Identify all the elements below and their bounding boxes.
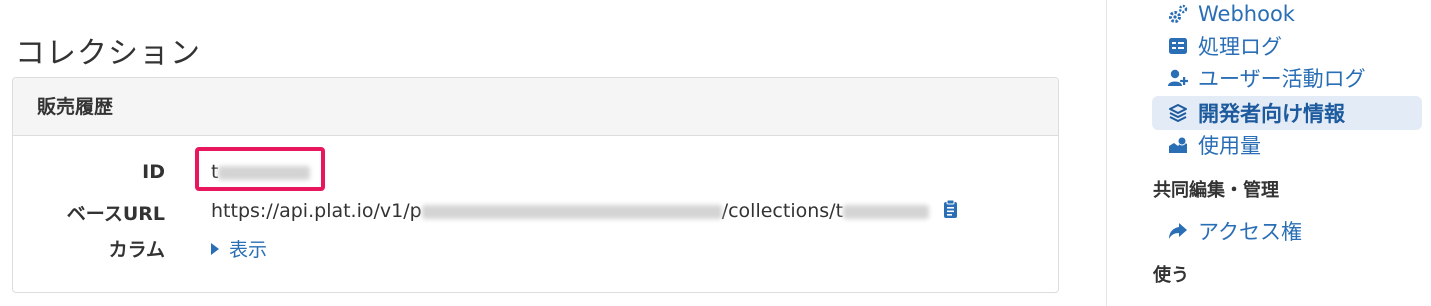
base-url-prefix: https://api.plat.io/v1/p	[211, 200, 422, 222]
base-url-mid: /collections/t	[721, 200, 844, 222]
sidebar-item-label: アクセス権	[1198, 220, 1302, 244]
sidebar-item-access-rights[interactable]: アクセス権	[1152, 214, 1422, 248]
panel-heading: 販売履歴	[13, 78, 1058, 136]
caret-right-icon	[211, 242, 219, 255]
sidebar-item-label: ユーザー活動ログ	[1198, 67, 1366, 91]
section-heading-collaboration: 共同編集・管理	[1153, 180, 1279, 201]
sidebar-item-user-activity-log[interactable]: ユーザー活動ログ	[1152, 61, 1422, 95]
sidebar-item-usage[interactable]: 使用量	[1152, 128, 1422, 162]
sidebar-item-label: 開発者向け情報	[1198, 102, 1345, 126]
sidebar-item-label: 処理ログ	[1198, 35, 1282, 59]
base-url-value: https://api.plat.io/v1/p/collections/t	[211, 199, 958, 224]
user-plus-icon	[1168, 68, 1188, 88]
list-card-icon	[1168, 36, 1188, 56]
panel-title: 販売履歴	[37, 96, 114, 118]
share-arrow-icon	[1168, 221, 1188, 241]
base-url-label: ベースURL	[66, 203, 165, 225]
sidebar-divider	[1106, 0, 1107, 306]
section-heading-use: 使う	[1153, 265, 1189, 286]
columns-toggle-label: 表示	[229, 239, 268, 261]
usage-icon	[1168, 135, 1188, 155]
base-url-redacted-project	[421, 204, 722, 219]
gears-icon	[1168, 4, 1188, 24]
layers-icon	[1168, 103, 1188, 123]
sales-history-panel: 販売履歴 ID t ベースURL https://api.plat.io/v1/…	[12, 77, 1059, 293]
sidebar-item-developer-info[interactable]: 開発者向け情報	[1152, 96, 1422, 130]
base-url-redacted-collection	[843, 204, 930, 219]
page-title: コレクション	[15, 36, 201, 72]
clipboard-icon[interactable]	[943, 199, 958, 224]
sidebar-item-label: Webhook	[1198, 2, 1295, 26]
id-label: ID	[142, 161, 165, 183]
sidebar-item-process-log[interactable]: 処理ログ	[1152, 29, 1422, 63]
columns-show-toggle[interactable]: 表示	[211, 235, 267, 262]
columns-label: カラム	[108, 239, 165, 261]
sidebar-item-webhook[interactable]: Webhook	[1152, 0, 1422, 31]
id-highlight-box	[195, 147, 325, 191]
sidebar-item-label: 使用量	[1198, 134, 1261, 158]
